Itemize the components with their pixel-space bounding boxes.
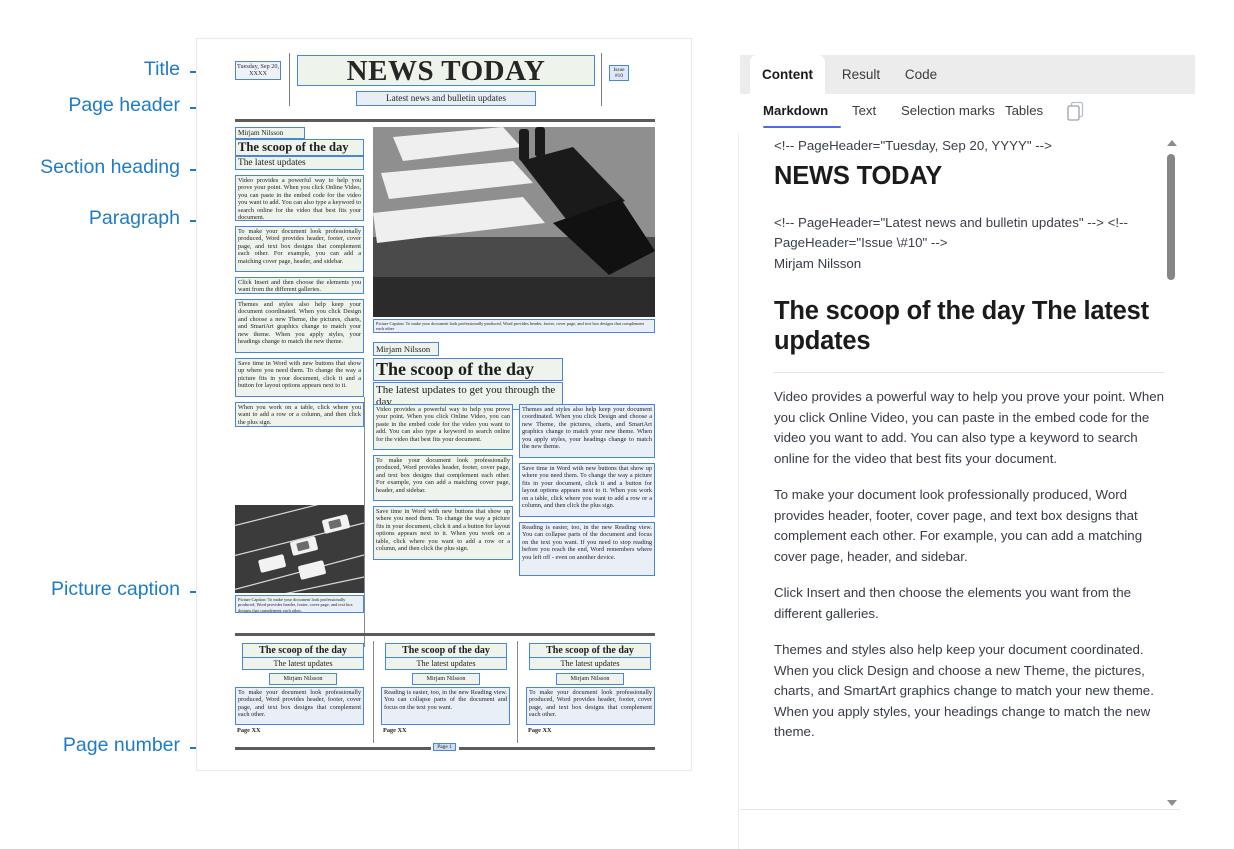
subtab-active-underline: [763, 126, 841, 128]
copy-icon[interactable]: [1065, 100, 1087, 129]
scroll-up-arrow-icon[interactable]: [1167, 140, 1177, 146]
highway-cars-photo: [235, 505, 364, 593]
footer-rule-left: [235, 747, 431, 750]
subtab-tables[interactable]: Tables: [1005, 103, 1043, 118]
masthead-issue: Issue #10: [609, 65, 629, 82]
scrollbar-thumb[interactable]: [1167, 154, 1175, 280]
section3-col2-page-label: Page XX: [383, 727, 407, 734]
subtab-selection-marks[interactable]: Selection marks: [901, 103, 995, 118]
section2-byline: Mirjam Nilsson: [373, 342, 439, 356]
section1-paragraph-4: Themes and styles also help keep your do…: [235, 299, 364, 353]
masthead-title: NEWS TODAY: [297, 55, 595, 86]
markdown-paragraph-2: To make your document look professionall…: [774, 487, 1143, 564]
markdown-scrollbar[interactable]: [1164, 136, 1178, 810]
subtab-markdown[interactable]: Markdown: [763, 103, 828, 118]
markdown-h1-news-today: NEWS TODAY: [774, 161, 943, 190]
section3-divider-2: [517, 641, 519, 743]
section3-col3-subheading: The latest updates: [529, 657, 651, 670]
panel-body: Markdown Text Selection marks Tables <!-…: [738, 94, 1195, 849]
markdown-byline: Mirjam Nilsson: [774, 255, 862, 271]
panel-subtabs: Markdown Text Selection marks Tables: [740, 94, 1195, 134]
analysis-panel: Content Result Code Markdown Text Select…: [738, 55, 1195, 849]
section3-col2-byline: Mirjam Nilsson: [412, 673, 480, 686]
section3-col1-heading: The scoop of the day: [242, 643, 364, 658]
section3-col1-byline: Mirjam Nilsson: [269, 673, 337, 686]
section3-col1-body: To make your document look professionall…: [235, 687, 364, 725]
crosswalk-photo: [373, 127, 655, 317]
tab-code[interactable]: Code: [893, 55, 949, 94]
tab-result[interactable]: Result: [830, 55, 892, 94]
markdown-paragraph-3: Click Insert and then choose the element…: [774, 585, 1131, 621]
masthead-rule-right: [601, 53, 603, 106]
section2-right-paragraph-2: Save time in Word with new buttons that …: [519, 463, 655, 517]
section1-paragraph-5: Save time in Word with new buttons that …: [235, 358, 364, 397]
section2-heading: The scoop of the day: [373, 358, 563, 381]
section1-picture-caption: Picture Caption: To make your document l…: [373, 319, 655, 333]
panel-tabstrip: Content Result Code: [740, 55, 1195, 94]
document-page[interactable]: Tuesday, Sep 20, XXXX NEWS TODAY Latest …: [196, 38, 692, 771]
section2-left-paragraph-3: Save time in Word with new buttons that …: [373, 506, 513, 560]
section2-right-paragraph-1: Themes and styles also help keep your do…: [519, 404, 655, 458]
section2-picture-caption: Picture Caption: To make your document l…: [235, 595, 364, 613]
section3-col1-subheading: The latest updates: [242, 657, 364, 670]
markdown-paragraph-1: Video provides a powerful way to help yo…: [774, 389, 1165, 466]
section3-col3-heading: The scoop of the day: [529, 643, 651, 658]
section1-paragraph-1: Video provides a powerful way to help yo…: [235, 175, 364, 221]
markdown-h1-scoop: The scoop of the day The latest updates: [774, 297, 1149, 355]
section3-col3-body: To make your document look professionall…: [526, 687, 655, 725]
masthead-subtitle: Latest news and bulletin updates: [356, 91, 536, 106]
annotation-label-paragraph: Paragraph: [88, 207, 180, 229]
section3-col3-page-label: Page XX: [528, 727, 552, 734]
annotated-document-preview: Title Page header Section heading Paragr…: [0, 0, 740, 810]
scroll-down-arrow-icon[interactable]: [1167, 800, 1177, 806]
masthead-date: Tuesday, Sep 20, XXXX: [235, 61, 281, 80]
panel-left-divider: [738, 133, 739, 849]
section1-subheading: The latest updates: [235, 156, 364, 170]
annotation-label-title: Title: [143, 58, 180, 80]
masthead-rule-left: [289, 53, 291, 106]
annotation-label-section-heading: Section heading: [40, 156, 180, 178]
section3-col3-byline: Mirjam Nilsson: [556, 673, 624, 686]
markdown-comment-pageheaders: <!-- PageHeader="Latest news and bulleti…: [774, 214, 1128, 251]
footer-page-number: Page 1: [433, 743, 456, 752]
section2-right-paragraph-3: Reading is easier, too, in the new Readi…: [519, 522, 655, 576]
section2-left-paragraph-2: To make your document look professionall…: [373, 455, 513, 501]
tab-content[interactable]: Content: [750, 55, 825, 94]
section3-col1-page-label: Page XX: [237, 727, 261, 734]
section1-paragraph-6: When you work on a table, click where yo…: [235, 402, 364, 427]
annotation-label-page-header: Page header: [68, 94, 180, 116]
annotation-label-page-number: Page number: [62, 734, 180, 756]
footer-rule-right: [459, 747, 655, 750]
section2-column-divider: [364, 397, 366, 647]
subtab-text[interactable]: Text: [852, 103, 876, 118]
section3-col2-body: Reading is easier, too, in the new Readi…: [381, 687, 510, 725]
section1-paragraph-2: To make your document look professionall…: [235, 226, 364, 272]
section1-byline: Mirjam Nilsson: [235, 127, 305, 140]
section1-heading: The scoop of the day: [235, 139, 364, 156]
section3-top-rule: [235, 633, 655, 636]
markdown-comment-pageheader-date: <!-- PageHeader="Tuesday, Sep 20, YYYY" …: [774, 138, 1052, 153]
annotation-label-picture-caption: Picture caption: [51, 578, 180, 600]
section3-divider-1: [373, 641, 375, 743]
section2-left-paragraph-1: Video provides a powerful way to help yo…: [373, 404, 513, 450]
section3-col2-subheading: The latest updates: [385, 657, 507, 670]
markdown-output: <!-- PageHeader="Tuesday, Sep 20, YYYY" …: [740, 136, 1195, 810]
document-masthead: Tuesday, Sep 20, XXXX NEWS TODAY Latest …: [235, 53, 655, 113]
section1-paragraph-3: Click Insert and then choose the element…: [235, 277, 364, 294]
markdown-paragraph-4: Themes and styles also help keep your do…: [774, 642, 1154, 739]
section3-col2-heading: The scoop of the day: [385, 643, 507, 658]
masthead-bottom-rule: [235, 119, 655, 122]
markdown-divider: [774, 372, 1166, 373]
